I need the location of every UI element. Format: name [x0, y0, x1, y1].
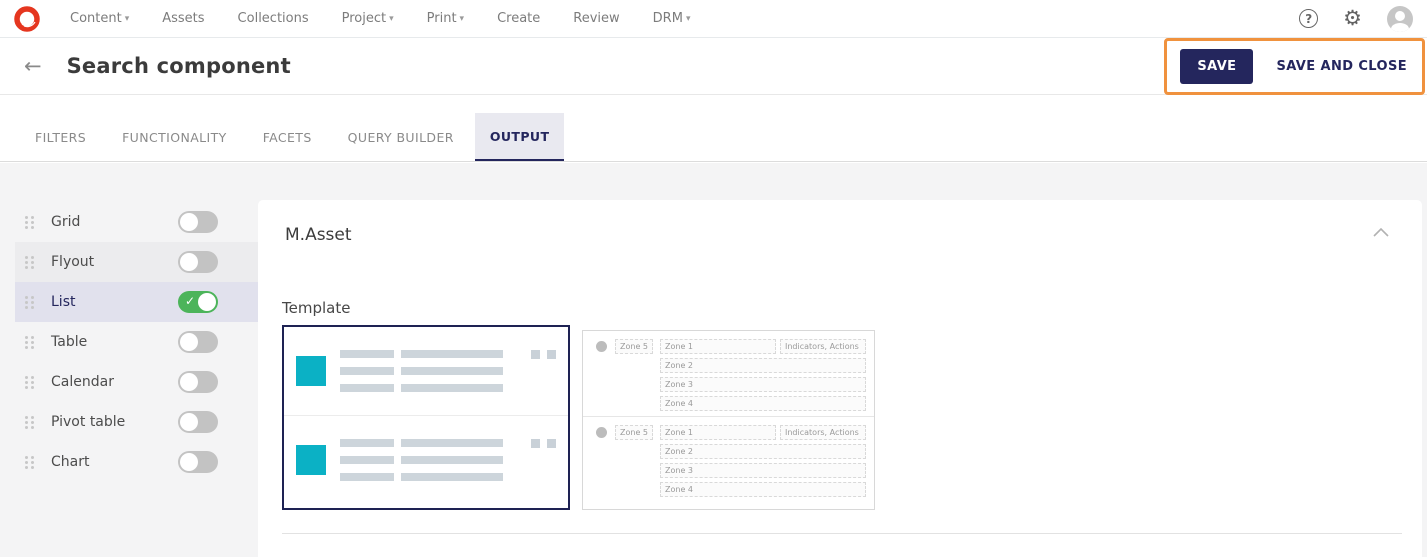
preview-thumbnail-square [296, 445, 326, 475]
preview-list-row [284, 416, 568, 504]
sidebar-item-label: Flyout [51, 254, 95, 270]
nav-item-collections[interactable]: Collections▾ [238, 11, 309, 26]
preview-text-lines [340, 439, 503, 481]
tab-filters[interactable]: FILTERS [20, 113, 101, 161]
template-option-zone-layout[interactable]: Zone 5 Zone 1 Indicators, Actions Zone 2… [582, 330, 875, 510]
tab-output[interactable]: OUTPUT [474, 113, 565, 161]
pivot-table-toggle[interactable]: ✓ [178, 411, 218, 433]
indicators-actions-box: Indicators, Actions [780, 339, 866, 354]
masset-panel: M.Asset Template Zone 5 Zone 1 Indicator… [258, 200, 1422, 557]
sidebar-item-calendar[interactable]: Calendar ✓ [15, 362, 258, 402]
sidebar-item-label: Table [51, 334, 88, 350]
zone-avatar-circle [596, 341, 607, 352]
preview-text-lines [340, 350, 503, 392]
drag-handle-icon[interactable] [25, 215, 34, 229]
zone2-box: Zone 2 [660, 444, 866, 459]
nav-item-create[interactable]: Create▾ [497, 11, 540, 26]
sidebar-item-label: Grid [51, 214, 81, 230]
zone2-box: Zone 2 [660, 358, 866, 373]
zone5-box: Zone 5 [615, 425, 653, 440]
page-header: ← Search component SAVE SAVE AND CLOSE [0, 38, 1427, 95]
chevron-up-icon[interactable] [1373, 228, 1389, 237]
caret-down-icon: ▾ [459, 14, 465, 24]
content-area: Grid ✓ Flyout ✓ List ✓ Table ✓ Calendar … [0, 163, 1427, 557]
nav-item-drm[interactable]: DRM ▾ [653, 11, 691, 26]
tab-functionality[interactable]: FUNCTIONALITY [107, 113, 242, 161]
sidebar-item-flyout[interactable]: Flyout ✓ [15, 242, 258, 282]
save-and-close-button[interactable]: SAVE AND CLOSE [1276, 59, 1407, 74]
caret-down-icon: ▾ [685, 14, 691, 24]
page-title: Search component [66, 54, 291, 78]
top-nav: Content▾ Assets▾ Collections▾ Project▾ P… [0, 0, 1427, 38]
back-arrow-icon[interactable]: ← [24, 54, 42, 78]
drag-handle-icon[interactable] [25, 415, 34, 429]
tab-facets[interactable]: FACETS [248, 113, 327, 161]
caret-down-icon: ▾ [124, 14, 130, 24]
tab-query-builder[interactable]: QUERY BUILDER [333, 113, 469, 161]
sidebar-item-label: Pivot table [51, 414, 126, 430]
nav-item-content[interactable]: Content ▾ [70, 11, 129, 26]
zone4-box: Zone 4 [660, 396, 866, 411]
avatar[interactable] [1387, 5, 1413, 32]
section-title: M.Asset [285, 225, 352, 245]
gear-icon[interactable]: ⚙ [1343, 8, 1362, 29]
save-buttons-highlight: SAVE SAVE AND CLOSE [1164, 38, 1425, 95]
zone3-box: Zone 3 [660, 377, 866, 392]
sidebar-item-label: Chart [51, 454, 90, 470]
template-option-list-preview[interactable] [282, 325, 570, 510]
sidebar-item-label: Calendar [51, 374, 114, 390]
zone5-box: Zone 5 [615, 339, 653, 354]
sidebar-item-chart[interactable]: Chart ✓ [15, 442, 258, 482]
preview-thumbnail-square [296, 356, 326, 386]
zone4-box: Zone 4 [660, 482, 866, 497]
preview-action-squares [531, 439, 556, 448]
zone1-box: Zone 1 [660, 425, 776, 440]
drag-handle-icon[interactable] [25, 335, 34, 349]
sidebar-item-grid[interactable]: Grid ✓ [15, 202, 258, 242]
drag-handle-icon[interactable] [25, 255, 34, 269]
zone3-box: Zone 3 [660, 463, 866, 478]
chart-toggle[interactable]: ✓ [178, 451, 218, 473]
sidebar-item-list[interactable]: List ✓ [15, 282, 258, 322]
nav-item-project[interactable]: Project ▾ [342, 11, 394, 26]
flyout-toggle[interactable]: ✓ [178, 251, 218, 273]
indicators-actions-box: Indicators, Actions [780, 425, 866, 440]
list-toggle[interactable]: ✓ [178, 291, 218, 313]
help-icon[interactable]: ? [1299, 9, 1319, 28]
section-divider [282, 533, 1402, 534]
nav-item-review[interactable]: Review▾ [573, 11, 619, 26]
calendar-toggle[interactable]: ✓ [178, 371, 218, 393]
sidebar-item-table[interactable]: Table ✓ [15, 322, 258, 362]
grid-toggle[interactable]: ✓ [178, 211, 218, 233]
caret-down-icon: ▾ [389, 14, 394, 24]
tab-bar: FILTERS FUNCTIONALITY FACETS QUERY BUILD… [0, 95, 1427, 162]
check-icon: ✓ [185, 294, 196, 308]
drag-handle-icon[interactable] [25, 455, 34, 469]
drag-handle-icon[interactable] [25, 295, 34, 309]
zone-avatar-circle [596, 427, 607, 438]
template-options: Zone 5 Zone 1 Indicators, Actions Zone 2… [282, 325, 875, 510]
app-logo-icon[interactable] [14, 5, 40, 32]
drag-handle-icon[interactable] [25, 375, 34, 389]
preview-action-squares [531, 350, 556, 359]
output-views-sidebar: Grid ✓ Flyout ✓ List ✓ Table ✓ Calendar … [0, 163, 258, 482]
zone-block: Zone 5 Zone 1 Indicators, Actions Zone 2… [583, 417, 874, 502]
zone-block: Zone 5 Zone 1 Indicators, Actions Zone 2… [583, 331, 874, 417]
nav-item-assets[interactable]: Assets▾ [162, 11, 204, 26]
sidebar-item-pivot-table[interactable]: Pivot table ✓ [15, 402, 258, 442]
preview-list-row [284, 327, 568, 416]
save-button[interactable]: SAVE [1180, 49, 1254, 84]
template-label: Template [282, 299, 351, 317]
sidebar-item-label: List [51, 294, 76, 310]
zone1-box: Zone 1 [660, 339, 776, 354]
table-toggle[interactable]: ✓ [178, 331, 218, 353]
nav-item-print[interactable]: Print ▾ [427, 11, 464, 26]
